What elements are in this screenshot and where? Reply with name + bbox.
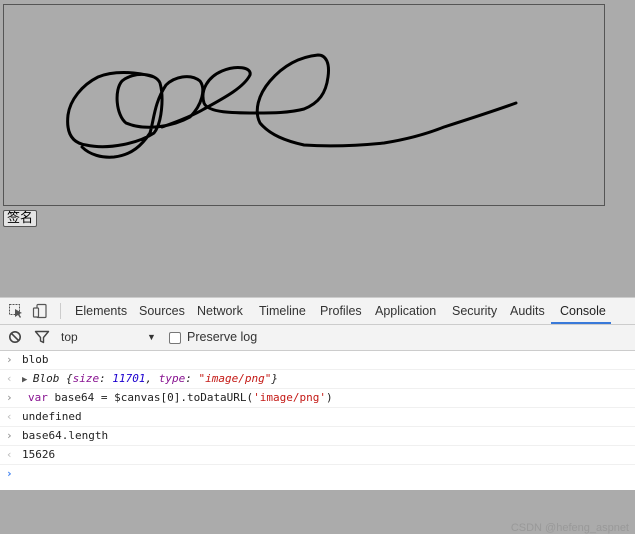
device-mode-icon[interactable] — [32, 303, 48, 319]
tab-timeline[interactable]: Timeline — [259, 298, 306, 324]
console-result: 15626 — [22, 448, 56, 461]
input-chevron-icon: › — [6, 429, 13, 442]
input-chevron-icon: › — [6, 391, 13, 404]
blob-object[interactable]: ▶ Blob {size: 11701, type: "image/png"} — [22, 370, 278, 389]
console-result-line: ‹ undefined — [0, 408, 635, 427]
console-command: var base64 = $canvas[0].toDataURL('image… — [28, 391, 333, 404]
tab-console[interactable]: Console — [560, 298, 606, 324]
signature-canvas[interactable] — [3, 4, 605, 206]
preserve-log-label[interactable]: Preserve log — [187, 325, 257, 350]
tab-sources[interactable]: Sources — [139, 298, 185, 324]
console-input-line: › blob — [0, 351, 635, 370]
tab-profiles[interactable]: Profiles — [320, 298, 362, 324]
console-input-line: › base64.length — [0, 427, 635, 446]
watermark: CSDN @hefeng_aspnet — [510, 522, 629, 534]
page-area: 签名 — [0, 0, 635, 297]
inspect-element-icon[interactable] — [8, 303, 24, 319]
sign-button[interactable]: 签名 — [3, 210, 38, 227]
filter-icon[interactable] — [34, 329, 50, 345]
tab-security[interactable]: Security — [452, 298, 497, 324]
console-command: base64.length — [22, 429, 109, 442]
tab-audits[interactable]: Audits — [510, 298, 545, 324]
output-chevron-icon: ‹ — [6, 372, 13, 385]
console-result-line: ‹ 15626 — [0, 446, 635, 465]
signature-stroke — [66, 71, 205, 159]
signature-stroke — [160, 53, 518, 148]
prompt-chevron-icon: › — [6, 467, 13, 480]
devtools-panel: Elements Sources Network Timeline Profil… — [0, 297, 635, 534]
console-input-line: › var base64 = $canvas[0].toDataURL('ima… — [0, 389, 635, 408]
output-chevron-icon: ‹ — [6, 448, 13, 461]
console-prompt[interactable]: › — [0, 465, 635, 483]
dropdown-arrow-icon: ▼ — [147, 332, 156, 342]
console-toolbar: top ▼ Preserve log — [0, 325, 635, 351]
active-tab-indicator — [551, 322, 611, 324]
preserve-log-checkbox[interactable] — [169, 332, 181, 344]
console-command: blob — [22, 353, 49, 366]
devtools-tab-bar: Elements Sources Network Timeline Profil… — [0, 298, 635, 325]
output-chevron-icon: ‹ — [6, 410, 13, 423]
signature-strokes — [66, 53, 518, 159]
tab-application[interactable]: Application — [375, 298, 436, 324]
clear-console-icon[interactable] — [8, 329, 24, 345]
input-chevron-icon: › — [6, 353, 13, 366]
tab-network[interactable]: Network — [197, 298, 243, 324]
context-selector-value: top — [61, 330, 78, 344]
console-output: › blob ‹ ▶ Blob {size: 11701, type: "ima… — [0, 351, 635, 534]
console-result: undefined — [22, 410, 82, 423]
context-selector[interactable]: top ▼ — [61, 325, 157, 350]
tab-elements[interactable]: Elements — [75, 298, 127, 324]
toolbar-divider — [60, 303, 61, 319]
console-output-line: ‹ ▶ Blob {size: 11701, type: "image/png"… — [0, 370, 635, 389]
expand-triangle-icon[interactable]: ▶ — [22, 375, 33, 385]
